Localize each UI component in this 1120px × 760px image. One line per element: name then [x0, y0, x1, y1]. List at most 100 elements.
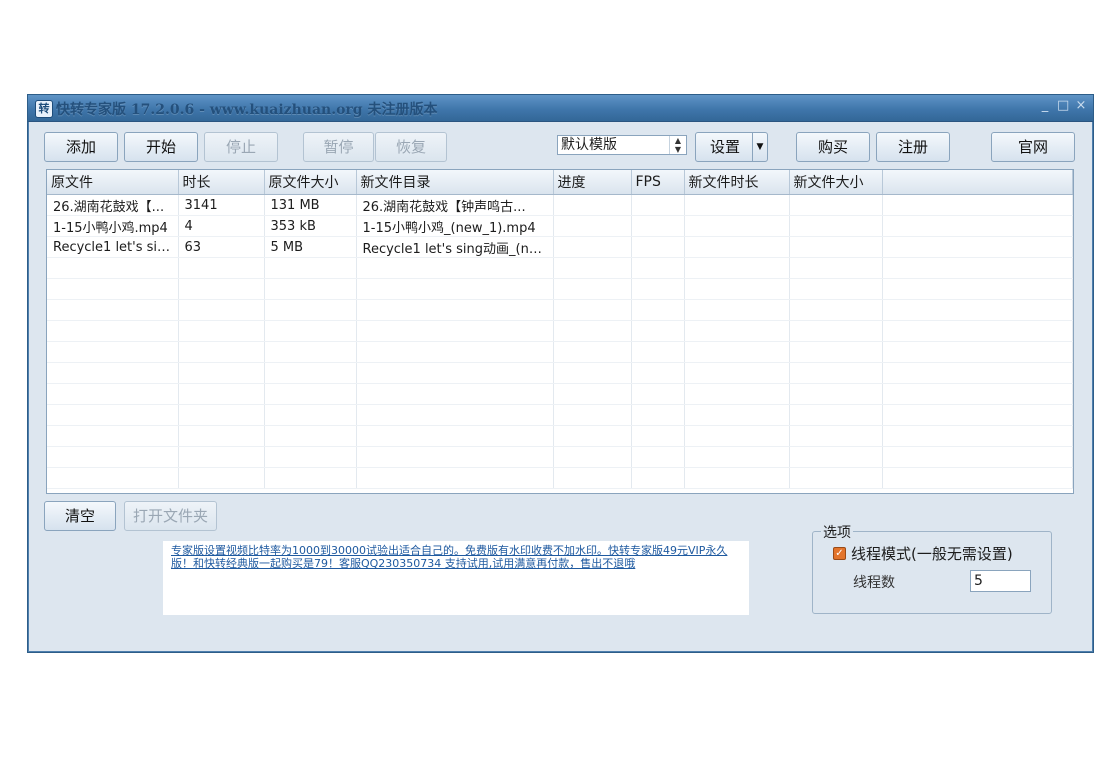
- table-cell: [684, 278, 790, 300]
- thread-mode-checkbox[interactable]: ✓: [833, 547, 846, 560]
- table-row[interactable]: 26.湖南花鼓戏【... 3141 131 MB 26.湖南花鼓戏【钟声鸣古...: [47, 194, 1073, 216]
- thread-mode-label[interactable]: 线程模式(一般无需设置): [851, 543, 1013, 564]
- table-cell: [356, 299, 554, 321]
- table-cell: [178, 278, 265, 300]
- column-header[interactable]: 原文件大小: [264, 170, 357, 195]
- table-cell: Recycle1 let's sing...: [47, 236, 179, 258]
- table-cell: [178, 362, 265, 384]
- table-cell: [882, 341, 1073, 363]
- table-cell: [631, 236, 685, 258]
- table-cell: [882, 278, 1073, 300]
- threads-input[interactable]: 5: [970, 570, 1031, 592]
- register-button[interactable]: 注册: [876, 132, 950, 162]
- table-cell: [553, 362, 632, 384]
- empty-row[interactable]: [47, 320, 1073, 342]
- table-cell: [178, 425, 265, 447]
- empty-row[interactable]: [47, 425, 1073, 447]
- column-header[interactable]: 原文件: [47, 170, 179, 195]
- empty-row[interactable]: [47, 446, 1073, 468]
- table-row[interactable]: 1-15小鸭小鸡.mp4 4 353 kB 1-15小鸭小鸡_(new_1).mp4: [47, 215, 1073, 237]
- table-cell: [178, 404, 265, 426]
- table-cell: [47, 467, 179, 489]
- spin-arrows-icon[interactable]: ▲ ▼: [669, 136, 686, 154]
- table-cell: [882, 320, 1073, 342]
- table-cell: [684, 467, 790, 489]
- column-header[interactable]: 时长: [178, 170, 265, 195]
- table-cell: [356, 257, 554, 279]
- table-cell: [631, 383, 685, 405]
- table-cell: [553, 425, 632, 447]
- start-button[interactable]: 开始: [124, 132, 198, 162]
- empty-row[interactable]: [47, 467, 1073, 489]
- table-cell: [882, 215, 1073, 237]
- table-cell: [789, 320, 883, 342]
- table-cell: 4: [178, 215, 265, 237]
- file-table[interactable]: 原文件 时长 原文件大小 新文件目录 进度 FPS 新文件时长 新文件大小 26.湖南花鼓戏【…: [46, 169, 1074, 494]
- column-header[interactable]: 新文件时长: [684, 170, 790, 195]
- template-select[interactable]: 默认模版 ▲ ▼: [557, 135, 687, 155]
- column-header[interactable]: 进度: [553, 170, 632, 195]
- minimize-icon[interactable]: _: [1039, 98, 1051, 114]
- empty-row[interactable]: [47, 299, 1073, 321]
- open-folder-button[interactable]: 打开文件夹: [124, 501, 217, 531]
- table-cell: [882, 425, 1073, 447]
- empty-row[interactable]: [47, 383, 1073, 405]
- stop-button[interactable]: 停止: [204, 132, 278, 162]
- column-header[interactable]: 新文件大小: [789, 170, 883, 195]
- pause-button[interactable]: 暂停: [303, 132, 374, 162]
- message-panel: 专家版设置视频比特率为1000到30000试验出适合自己的。免费版有水印收费不加…: [163, 541, 749, 615]
- website-button[interactable]: 官网: [991, 132, 1075, 162]
- table-cell: [631, 278, 685, 300]
- table-cell: [882, 236, 1073, 258]
- table-cell: [789, 362, 883, 384]
- empty-row[interactable]: [47, 341, 1073, 363]
- empty-row[interactable]: [47, 404, 1073, 426]
- empty-row[interactable]: [47, 257, 1073, 279]
- table-cell: 26.湖南花鼓戏【钟声鸣古...: [356, 194, 554, 216]
- table-cell: [789, 215, 883, 237]
- resume-button[interactable]: 恢复: [375, 132, 447, 162]
- table-cell: [47, 425, 179, 447]
- table-cell: [789, 257, 883, 279]
- table-cell: [684, 425, 790, 447]
- table-cell: [264, 257, 357, 279]
- table-row[interactable]: Recycle1 let's sing... 63 5 MB Recycle1 let…: [47, 236, 1073, 258]
- add-button[interactable]: 添加: [44, 132, 118, 162]
- close-icon[interactable]: ×: [1075, 98, 1087, 114]
- title-bar[interactable]: 转 快转专家版 17.2.0.6 - www.kuaizhuan.org 未注册…: [28, 95, 1093, 122]
- empty-row[interactable]: [47, 278, 1073, 300]
- table-cell: [789, 446, 883, 468]
- threads-label: 线程数: [853, 575, 895, 591]
- table-cell: [264, 467, 357, 489]
- column-header[interactable]: [882, 170, 1073, 195]
- clear-button[interactable]: 清空: [44, 501, 116, 531]
- settings-button[interactable]: 设置 ▼: [695, 132, 768, 162]
- table-cell: 1-15小鸭小鸡.mp4: [47, 215, 179, 237]
- table-cell: [882, 446, 1073, 468]
- empty-row[interactable]: [47, 362, 1073, 384]
- table-cell: [264, 383, 357, 405]
- table-cell: [789, 425, 883, 447]
- maximize-icon[interactable]: □: [1057, 98, 1069, 114]
- table-cell: [631, 467, 685, 489]
- table-cell: [264, 425, 357, 447]
- column-header[interactable]: 新文件目录: [356, 170, 554, 195]
- settings-button-label: 设置: [710, 138, 741, 156]
- table-cell: [789, 299, 883, 321]
- column-header[interactable]: FPS: [631, 170, 685, 195]
- table-cell: [356, 278, 554, 300]
- table-cell: [47, 341, 179, 363]
- dropdown-arrow-icon[interactable]: ▼: [752, 133, 767, 161]
- table-cell: [264, 299, 357, 321]
- promo-link[interactable]: 专家版设置视频比特率为1000到30000试验出适合自己的。免费版有水印收费不加…: [163, 541, 749, 573]
- table-cell: [882, 383, 1073, 405]
- table-cell: [264, 404, 357, 426]
- table-cell: [553, 236, 632, 258]
- table-cell: [264, 446, 357, 468]
- table-cell: [553, 194, 632, 216]
- buy-button[interactable]: 购买: [796, 132, 870, 162]
- table-cell: [356, 404, 554, 426]
- table-cell: [178, 446, 265, 468]
- table-cell: [47, 257, 179, 279]
- table-cell: [684, 320, 790, 342]
